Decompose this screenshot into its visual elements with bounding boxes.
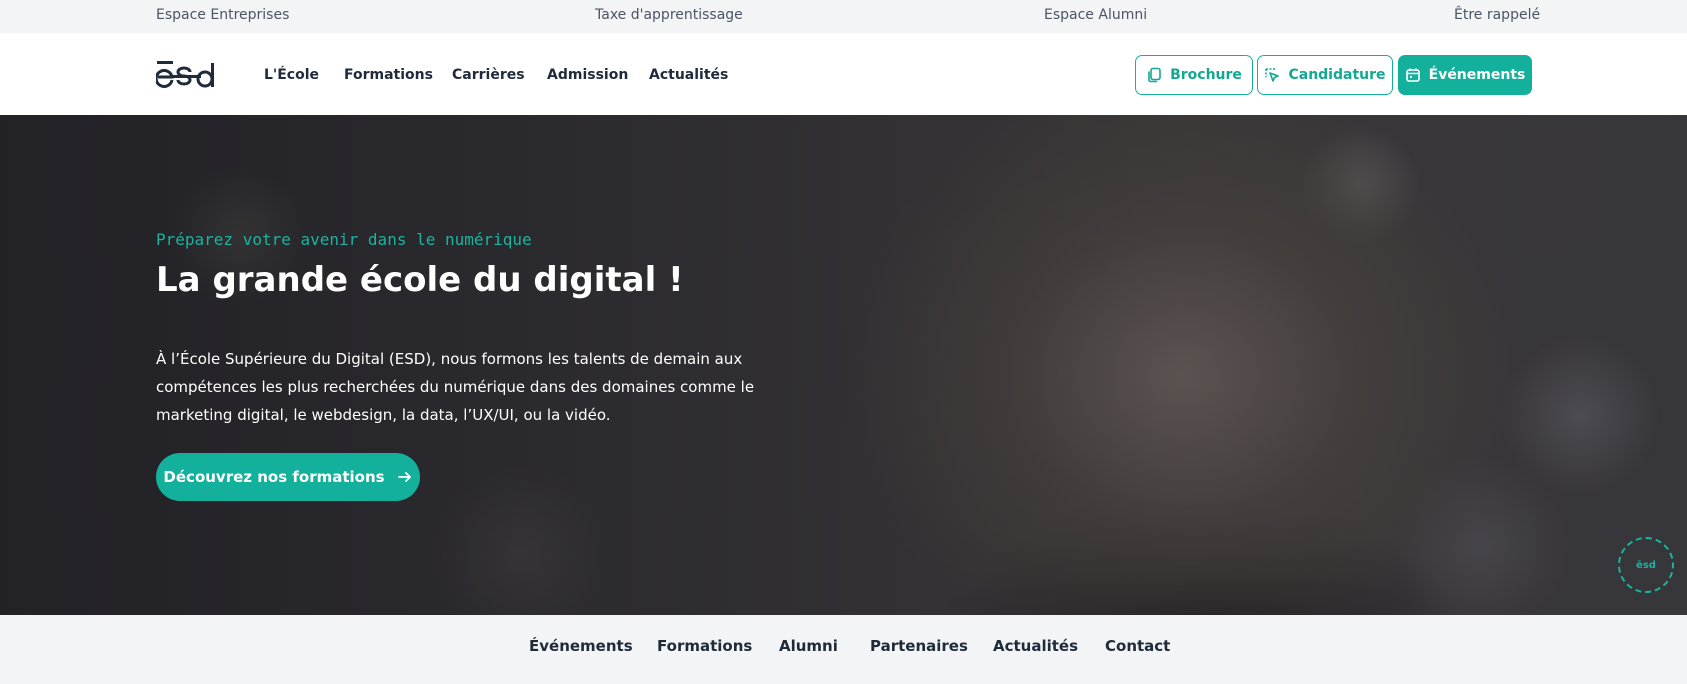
brochure-button[interactable]: Brochure <box>1135 55 1253 95</box>
document-copy-icon <box>1148 67 1161 83</box>
subnav-alumni[interactable]: Alumni <box>779 637 838 655</box>
hero-kicker: Préparez votre avenir dans le numérique <box>156 230 532 249</box>
main-header: L'École Formations Carrières Admission A… <box>0 33 1687 115</box>
nav-admission[interactable]: Admission <box>547 67 628 83</box>
discover-formations-button[interactable]: Découvrez nos formations <box>156 453 420 501</box>
nav-ecole[interactable]: L'École <box>264 67 319 83</box>
subnav-contact[interactable]: Contact <box>1105 637 1170 655</box>
brochure-label: Brochure <box>1170 67 1242 83</box>
subnav-actualites[interactable]: Actualités <box>993 637 1078 655</box>
cursor-click-icon <box>1265 68 1280 82</box>
hero-section: Préparez votre avenir dans le numérique … <box>0 115 1687 615</box>
esd-logo-mark <box>154 61 214 88</box>
section-nav: Événements Formations Alumni Partenaires… <box>0 615 1687 684</box>
link-taxe-apprentissage[interactable]: Taxe d'apprentissage <box>595 7 743 23</box>
subnav-partenaires[interactable]: Partenaires <box>870 637 968 655</box>
link-etre-rappele[interactable]: Être rappelé <box>1454 7 1540 23</box>
link-espace-entreprises[interactable]: Espace Entreprises <box>156 7 289 23</box>
calendar-icon <box>1405 68 1420 82</box>
link-espace-alumni[interactable]: Espace Alumni <box>1044 7 1147 23</box>
nav-carrieres[interactable]: Carrières <box>452 67 525 83</box>
esd-badge-icon[interactable]: ēsd <box>1618 537 1674 593</box>
hero-description: À l’École Supérieure du Digital (ESD), n… <box>156 350 755 424</box>
nav-formations[interactable]: Formations <box>344 67 433 83</box>
top-utility-bar: Espace Entreprises Taxe d'apprentissage … <box>0 0 1687 33</box>
candidature-label: Candidature <box>1288 67 1386 83</box>
hero-title: La grande école du digital ! <box>156 260 684 300</box>
subnav-formations[interactable]: Formations <box>657 637 752 655</box>
cta-label: Découvrez nos formations <box>163 468 385 486</box>
candidature-button[interactable]: Candidature <box>1257 55 1393 95</box>
nav-actualites[interactable]: Actualités <box>649 67 728 83</box>
arrow-right-icon <box>397 472 411 482</box>
esd-logo[interactable] <box>154 57 218 91</box>
evenements-button[interactable]: Événements <box>1398 55 1532 95</box>
evenements-label: Événements <box>1428 67 1526 83</box>
badge-text: ēsd <box>1636 559 1656 571</box>
subnav-evenements[interactable]: Événements <box>529 637 633 655</box>
